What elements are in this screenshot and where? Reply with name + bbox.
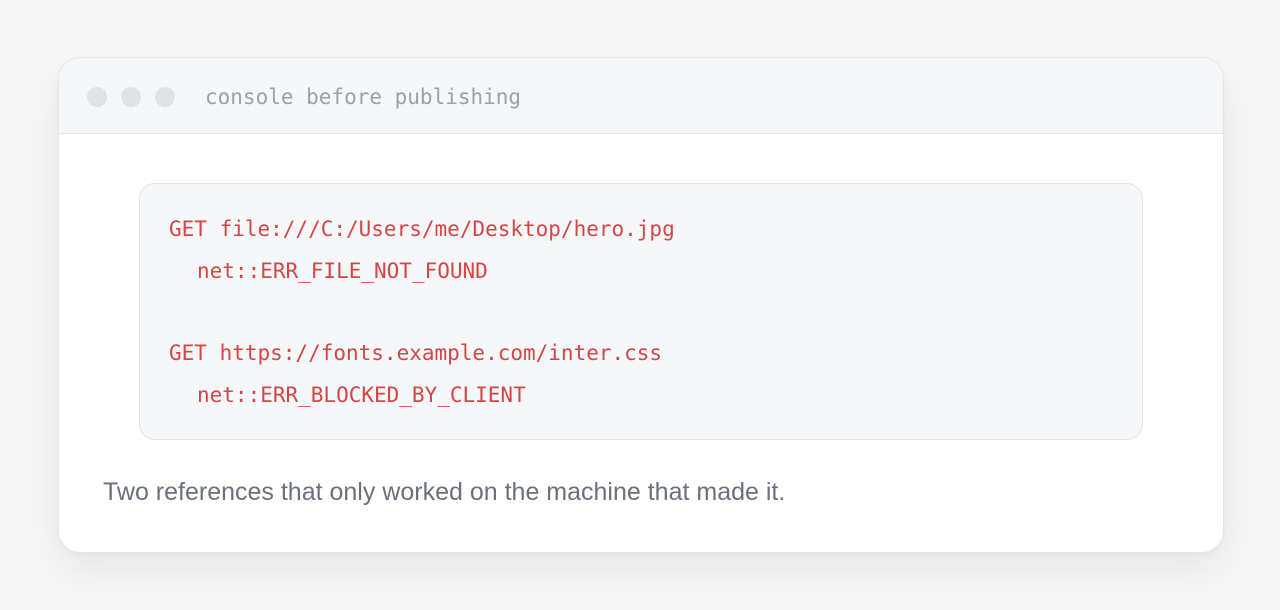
window-dot-icon — [87, 87, 107, 107]
caption-text: Two references that only worked on the m… — [103, 478, 786, 506]
page: console before publishing GET file:///C:… — [0, 0, 1280, 610]
console-window: console before publishing GET file:///C:… — [58, 57, 1224, 553]
console-output: GET file:///C:/Users/me/Desktop/hero.jpg… — [139, 183, 1143, 440]
console-error-line: net::ERR_FILE_NOT_FOUND — [197, 259, 488, 283]
window-title: console before publishing — [205, 85, 522, 109]
console-error-line: net::ERR_BLOCKED_BY_CLIENT — [197, 383, 526, 407]
console-request-line: GET https://fonts.example.com/inter.css — [169, 341, 663, 365]
window-titlebar: console before publishing — [59, 58, 1223, 134]
window-dot-icon — [121, 87, 141, 107]
window-dot-icon — [155, 87, 175, 107]
console-request-line: GET file:///C:/Users/me/Desktop/hero.jpg — [169, 217, 675, 241]
